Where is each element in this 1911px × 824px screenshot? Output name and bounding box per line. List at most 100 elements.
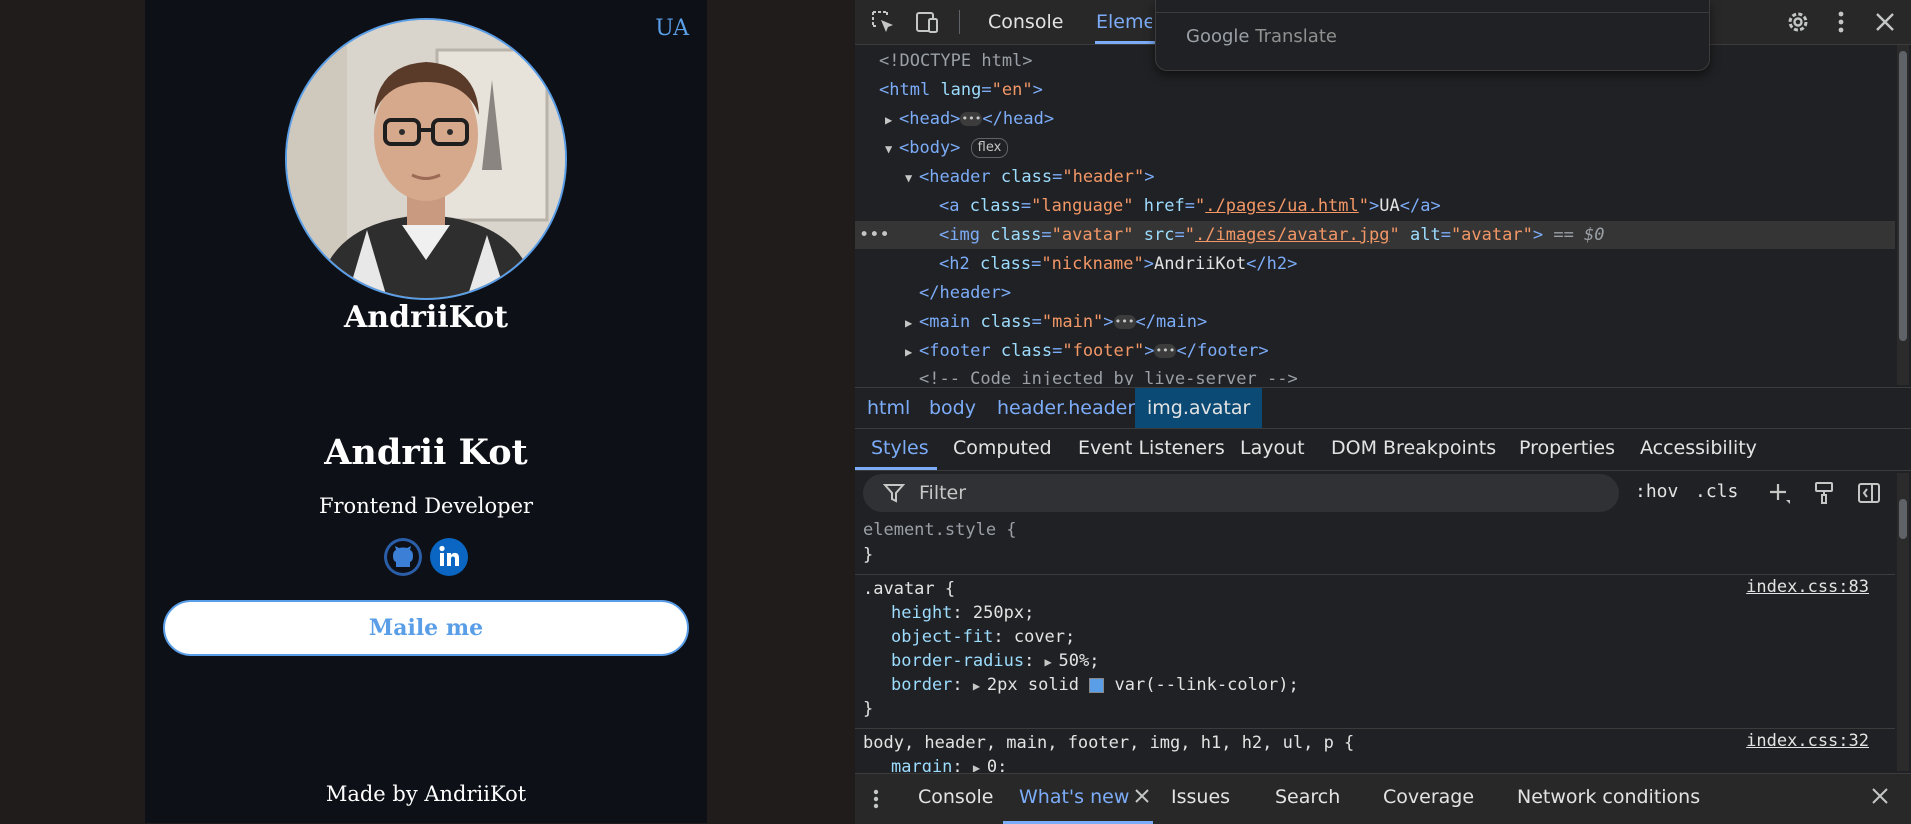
expand-triangle-icon[interactable]: ▶ (973, 756, 987, 772)
dom-line-main[interactable]: ▶ <main class="main">•••</main> (855, 308, 1895, 336)
tab-styles[interactable]: Styles (871, 437, 929, 459)
linkedin-icon[interactable] (429, 537, 469, 581)
toggle-sidebar-icon[interactable] (1856, 480, 1882, 506)
dom-line-doctype[interactable]: <!DOCTYPE html> (855, 47, 1895, 75)
gear-icon[interactable] (1784, 8, 1812, 36)
color-swatch[interactable] (1089, 677, 1105, 693)
styles-filter-input[interactable]: Filter (863, 474, 1619, 512)
collapse-triangle-icon[interactable]: ▼ (905, 164, 919, 192)
dom-line-footer[interactable]: ▶ <footer class="footer">•••</footer> (855, 337, 1895, 365)
tab-accessibility[interactable]: Accessibility (1640, 437, 1757, 459)
drawer-tab-console[interactable]: Console (918, 786, 993, 808)
tab-dom-breakpoints[interactable]: DOM Breakpoints (1331, 437, 1496, 459)
tab-elements[interactable]: Elements (1096, 11, 1152, 33)
css-decl-border-radius[interactable]: border-radius: ▶ 50%; (891, 649, 1100, 673)
cls-button[interactable]: .cls (1695, 481, 1738, 502)
github-icon[interactable] (383, 537, 423, 581)
devtools-drawer: Console What's new Issues Search Coverag… (855, 773, 1911, 824)
dom-line-img-selected[interactable]: ••• <img class="avatar" src="./images/ava… (855, 221, 1895, 249)
dom-line-body[interactable]: ▼ <body> flex (855, 134, 1895, 162)
a-href-link[interactable]: ./pages/ua.html (1205, 196, 1359, 216)
flex-badge[interactable]: flex (970, 138, 1009, 158)
ellipsis-icon[interactable]: ••• (960, 112, 983, 126)
styles-scrollbar-thumb[interactable] (1899, 499, 1907, 539)
hov-button[interactable]: :hov (1635, 481, 1678, 502)
tab-layout[interactable]: Layout (1240, 437, 1305, 459)
expand-triangle-icon[interactable]: ▶ (905, 338, 919, 366)
img-src-link[interactable]: ./images/avatar.jpg (1195, 225, 1389, 245)
dom-line-head[interactable]: ▶ <head>•••</head> (855, 105, 1895, 133)
drawer-tab-coverage[interactable]: Coverage (1383, 786, 1474, 808)
close-tab-icon[interactable] (1133, 787, 1151, 805)
drawer-tab-whats-new[interactable]: What's new (1019, 786, 1129, 808)
close-drawer-icon[interactable] (1871, 787, 1889, 805)
css-decl-height[interactable]: height: 250px; (891, 601, 1034, 625)
rule-close-brace: } (863, 699, 874, 719)
css-decl-margin[interactable]: margin: ▶ 0; (891, 755, 1007, 772)
expand-triangle-icon[interactable]: ▶ (905, 309, 919, 337)
prop-value: 50%; (1058, 651, 1100, 671)
drawer-menu-icon[interactable] (871, 788, 881, 810)
mail-me-button[interactable]: Maile me (163, 600, 689, 656)
ellipsis-icon[interactable]: ••• (1154, 344, 1177, 358)
tab-computed[interactable]: Computed (953, 437, 1052, 459)
header-tag: <header (919, 167, 991, 187)
styles-tab-indicator (855, 467, 937, 470)
css-decl-object-fit[interactable]: object-fit: cover; (891, 625, 1075, 649)
breadcrumb-img-avatar[interactable]: img.avatar (1135, 388, 1263, 428)
breadcrumb-body[interactable]: body (917, 388, 988, 428)
breadcrumb-header[interactable]: header.header (985, 388, 1147, 428)
collapse-triangle-icon[interactable]: ▼ (885, 135, 899, 163)
prop-name: border-radius (891, 651, 1025, 671)
gutter-ellipsis-icon[interactable]: ••• (859, 221, 890, 249)
more-options-icon[interactable] (1827, 8, 1855, 36)
drawer-tab-issues[interactable]: Issues (1171, 786, 1230, 808)
breadcrumb-html[interactable]: html (855, 388, 922, 428)
group-rule-selector[interactable]: body, header, main, footer, img, h1, h2,… (863, 731, 1354, 755)
prop-name: object-fit (891, 627, 994, 647)
new-style-rule-icon[interactable] (1766, 480, 1792, 506)
avatar-image (285, 18, 567, 300)
dom-line-h2[interactable]: <h2 class="nickname">AndriiKot</h2> (855, 250, 1895, 278)
element-state-paint-icon[interactable] (1811, 480, 1837, 506)
expand-triangle-icon[interactable]: ▶ (973, 674, 987, 698)
dom-line-comment[interactable]: <!-- Code injected by live-server --> (855, 365, 1895, 385)
inspect-element-icon[interactable] (869, 8, 897, 36)
expand-triangle-icon[interactable]: ▶ (885, 106, 899, 134)
element-style-selector: element.style { (863, 520, 1017, 540)
ellipsis-icon[interactable]: ••• (1113, 315, 1136, 329)
head-close-tag: </head> (982, 109, 1055, 129)
device-toolbar-icon[interactable] (913, 8, 941, 36)
group-rule-source-link[interactable]: index.css:32 (1746, 731, 1869, 751)
dom-line-header[interactable]: ▼ <header class="header"> (855, 163, 1895, 191)
language-link[interactable]: UA (655, 16, 689, 41)
avatar-rule-source-link[interactable]: index.css:83 (1746, 577, 1869, 597)
tab-console[interactable]: Console (988, 11, 1063, 33)
dom-line-a[interactable]: <a class="language" href="./pages/ua.htm… (855, 192, 1895, 220)
prop-name: height (891, 603, 953, 623)
nickname-heading: AndriiKot (344, 300, 508, 335)
html-attr: lang (940, 80, 982, 100)
name-heading: Andrii Kot (324, 432, 528, 473)
css-decl-border[interactable]: border: ▶ 2px solid var(--link-color); (891, 673, 1299, 697)
drawer-tab-search[interactable]: Search (1275, 786, 1340, 808)
toolbar-divider (959, 10, 960, 34)
google-brand-text: Google (1186, 26, 1250, 47)
styles-scrollbar[interactable] (1897, 473, 1909, 771)
expand-triangle-icon[interactable]: ▶ (1045, 650, 1059, 674)
drawer-tab-network-conditions[interactable]: Network conditions (1517, 786, 1700, 808)
avatar-rule-selector[interactable]: .avatar { (863, 577, 955, 601)
dom-scrollbar-thumb[interactable] (1899, 51, 1907, 341)
tab-properties[interactable]: Properties (1519, 437, 1615, 459)
tab-event-listeners[interactable]: Event Listeners (1078, 437, 1225, 459)
prop-value: 2px solid (986, 675, 1080, 695)
img-alt-value: "avatar" (1450, 225, 1533, 245)
dom-tree: <!DOCTYPE html> <html lang="en"> ▶ <head>… (855, 45, 1895, 385)
translate-word: Translate (1255, 26, 1337, 47)
dom-line-header-close[interactable]: </header> (855, 279, 1895, 307)
dom-scrollbar[interactable] (1897, 45, 1909, 385)
close-devtools-icon[interactable] (1871, 8, 1899, 36)
prop-value: var(--link-color); (1114, 675, 1299, 695)
dom-line-html[interactable]: <html lang="en"> (855, 76, 1895, 104)
element-style-rule[interactable]: element.style { (863, 518, 1017, 542)
